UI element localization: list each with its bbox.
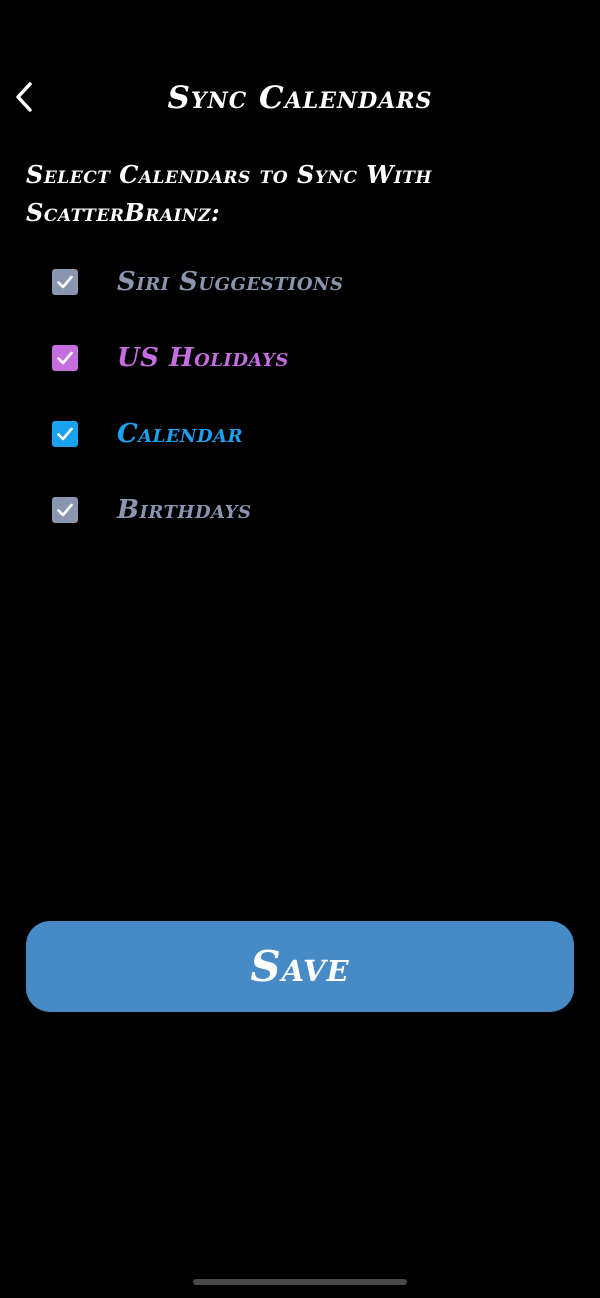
calendar-item-birthdays[interactable]: Birthdays [52,488,552,532]
calendar-label-birthdays: Birthdays [117,495,252,525]
sync-calendars-screen: Sync Calendars Select Calendars to Sync … [0,0,600,1298]
checkmark-icon [57,275,73,289]
calendar-label-calendar: Calendar [117,419,244,449]
save-button-label: Save [250,942,350,991]
checkbox-birthdays[interactable] [52,497,78,523]
checkbox-us-holidays[interactable] [52,345,78,371]
instructions-line-2: ScatterBrainz: [26,198,221,227]
home-indicator [193,1279,407,1285]
calendar-label-us-holidays: US Holidays [117,343,289,373]
instructions-line-1: Select Calendars to Sync With [26,160,432,189]
checkmark-icon [57,351,73,365]
checkbox-calendar[interactable] [52,421,78,447]
instructions-text: Select Calendars to Sync With ScatterBra… [26,156,546,232]
save-button[interactable]: Save [26,921,574,1012]
checkmark-icon [57,503,73,517]
calendar-label-siri-suggestions: Siri Suggestions [117,267,344,297]
calendar-item-siri-suggestions[interactable]: Siri Suggestions [52,260,552,304]
page-title: Sync Calendars [167,80,433,116]
checkbox-siri-suggestions[interactable] [52,269,78,295]
checkmark-icon [57,427,73,441]
calendar-item-calendar[interactable]: Calendar [52,412,552,456]
calendar-item-us-holidays[interactable]: US Holidays [52,336,552,380]
